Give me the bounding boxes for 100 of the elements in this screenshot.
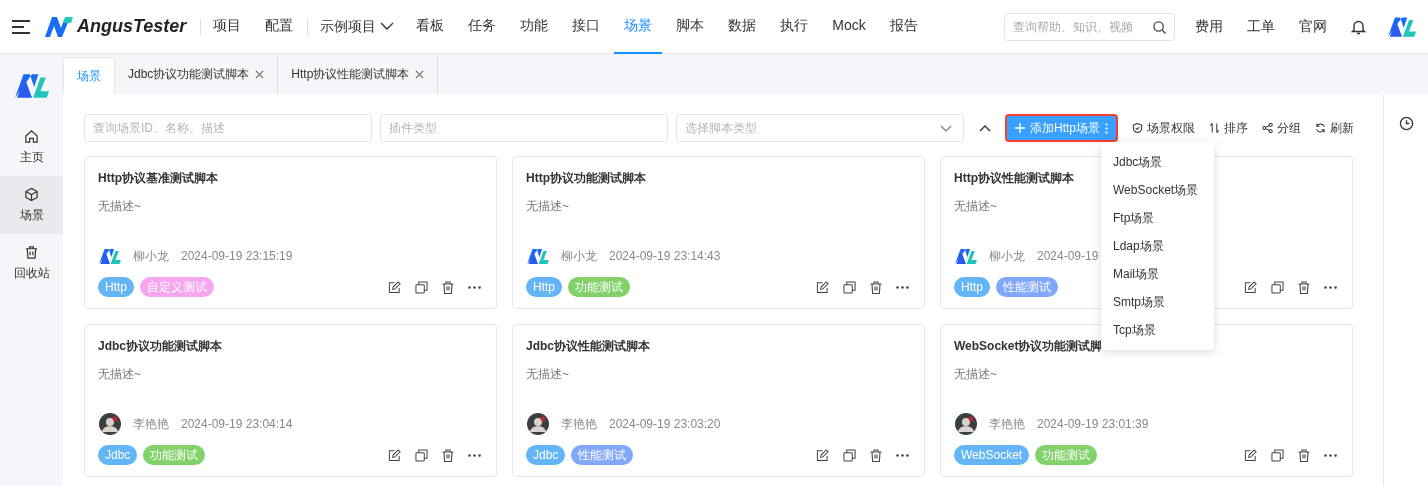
chevron-up-icon[interactable] — [979, 124, 991, 132]
nav-item[interactable]: 接口 — [562, 0, 611, 54]
card-title: Jdbc协议性能测试脚本 — [526, 338, 651, 354]
chevron-down-icon — [940, 125, 952, 132]
tab[interactable]: Http协议性能测试脚本 — [278, 55, 439, 93]
card-title: Http协议基准测试脚本 — [98, 170, 219, 186]
trash-icon[interactable] — [1298, 448, 1310, 462]
header-link[interactable]: 官网 — [1299, 16, 1327, 37]
sidebar-item[interactable]: 场景 — [0, 176, 63, 234]
copy-icon[interactable] — [415, 448, 428, 462]
nav-item[interactable]: 配置 — [255, 0, 304, 54]
nav-item[interactable]: 脚本 — [666, 0, 715, 54]
group-icon — [1262, 122, 1273, 134]
nav-item[interactable]: 任务 — [458, 0, 507, 54]
sidebar-item[interactable]: 主页 — [0, 118, 63, 176]
author-name: 李艳艳 — [561, 416, 597, 433]
copy-icon[interactable] — [1271, 448, 1284, 462]
search-field[interactable]: 查询帮助、知识、视频 — [1004, 12, 1175, 41]
author-name: 柳小龙 — [989, 248, 1025, 265]
clock-icon[interactable] — [1398, 116, 1414, 131]
edit-icon[interactable] — [1244, 280, 1257, 294]
trash-icon[interactable] — [1298, 280, 1310, 294]
edit-icon[interactable] — [1244, 448, 1257, 462]
nav-item[interactable]: 看板 — [406, 0, 455, 54]
project-selector[interactable]: 示例项目 — [310, 16, 405, 37]
copy-icon[interactable] — [843, 448, 856, 462]
nav-item[interactable]: 报告 — [879, 0, 928, 54]
more-icon[interactable] — [896, 285, 909, 289]
tag: Jdbc — [526, 445, 566, 465]
header-link[interactable]: 工单 — [1247, 16, 1275, 37]
more-icon[interactable] — [896, 453, 909, 457]
menu-item[interactable]: Ftp场景 — [1101, 204, 1214, 232]
toolbar-action[interactable]: 分组 — [1262, 119, 1301, 137]
card-description: 无描述~ — [98, 198, 142, 215]
menu-item[interactable]: Ldap场景 — [1101, 232, 1214, 260]
nav-item[interactable]: 项目 — [203, 0, 252, 54]
nav-item[interactable]: Mock — [822, 0, 876, 54]
toolbar-action[interactable]: 排序 — [1209, 119, 1248, 137]
close-icon[interactable] — [255, 69, 265, 79]
chevron-down-icon — [380, 22, 395, 31]
user-avatar — [1388, 16, 1416, 37]
copy-icon[interactable] — [843, 280, 856, 294]
card-title: Http协议功能测试脚本 — [526, 170, 647, 186]
menu-item[interactable]: Jdbc场景 — [1101, 148, 1214, 176]
more-icon[interactable] — [1324, 453, 1337, 457]
author-name: 李艳艳 — [133, 416, 169, 433]
edit-icon[interactable] — [388, 448, 401, 462]
timestamp: 2024-09-19 — [1037, 248, 1099, 265]
more-icon[interactable] — [468, 285, 481, 289]
menu-icon[interactable] — [12, 19, 30, 34]
tag: Http — [98, 277, 134, 297]
scenario-card[interactable]: Http协议功能测试脚本 无描述~ 柳小龙 2024-09-19 23:14:43 Http 功能测试 — [512, 156, 925, 309]
tag: WebSocket — [954, 445, 1030, 465]
header-link[interactable]: 费用 — [1195, 16, 1223, 37]
nav-item[interactable]: 执行 — [770, 0, 819, 54]
tag: 功能测试 — [568, 277, 630, 297]
plus-icon — [1015, 123, 1025, 133]
bell-icon[interactable] — [1351, 18, 1366, 35]
timestamp: 2024-09-19 23:15:19 — [181, 248, 293, 265]
timestamp: 2024-09-19 23:14:43 — [609, 248, 721, 265]
more-icon[interactable] — [468, 453, 481, 457]
scenario-card[interactable]: Http协议基准测试脚本 无描述~ 柳小龙 2024-09-19 23:15:19 Http 自定义测试 — [84, 156, 497, 309]
timestamp: 2024-09-19 23:01:39 — [1037, 416, 1149, 433]
more-icon[interactable] — [1324, 285, 1337, 289]
edit-icon[interactable] — [388, 280, 401, 294]
sort-icon — [1209, 122, 1220, 134]
menu-item[interactable]: Mail场景 — [1101, 260, 1214, 288]
tab[interactable]: Jdbc协议功能测试脚本 — [115, 55, 279, 93]
nav-item[interactable]: 功能 — [510, 0, 559, 54]
plugin-type-field[interactable]: 插件类型 — [380, 114, 668, 142]
trash-icon[interactable] — [870, 448, 882, 462]
timestamp: 2024-09-19 23:03:20 — [609, 416, 721, 433]
copy-icon[interactable] — [415, 280, 428, 294]
edit-icon[interactable] — [816, 280, 829, 294]
tag: 功能测试 — [143, 445, 206, 465]
scenario-card[interactable]: Jdbc协议功能测试脚本 无描述~ 李艳艳 2024-09-19 23:04:14 Jdbc 功能测试 — [84, 324, 497, 477]
trash-icon[interactable] — [442, 448, 454, 462]
toolbar-action[interactable]: 刷新 — [1315, 119, 1354, 137]
tag: Http — [954, 277, 990, 297]
nav-item[interactable]: 数据 — [718, 0, 767, 54]
card-description: 无描述~ — [98, 366, 142, 383]
scenario-card[interactable]: Jdbc协议性能测试脚本 无描述~ 李艳艳 2024-09-19 23:03:20 Jdbc 性能测试 — [512, 324, 925, 477]
card-description: 无描述~ — [526, 198, 570, 215]
card-description: 无描述~ — [954, 366, 998, 383]
more-vertical-icon[interactable] — [1105, 122, 1108, 134]
toolbar-action[interactable]: 场景权限 — [1132, 119, 1195, 137]
app-logo — [14, 74, 49, 98]
copy-icon[interactable] — [1271, 280, 1284, 294]
menu-item[interactable]: Smtp场景 — [1101, 288, 1214, 316]
close-icon[interactable] — [415, 69, 425, 79]
sidebar-item[interactable]: 回收站 — [0, 234, 63, 292]
menu-item[interactable]: WebSocket场景 — [1101, 176, 1214, 204]
home-icon — [24, 128, 39, 144]
card-description: 无描述~ — [526, 366, 570, 383]
logo-icon — [45, 16, 73, 37]
search-field[interactable]: 查询场景ID、名称、描述 — [84, 114, 372, 142]
edit-icon[interactable] — [816, 448, 829, 462]
script-type-select[interactable]: 选择脚本类型 — [676, 114, 964, 142]
trash-icon[interactable] — [870, 280, 882, 294]
trash-icon[interactable] — [442, 280, 454, 294]
